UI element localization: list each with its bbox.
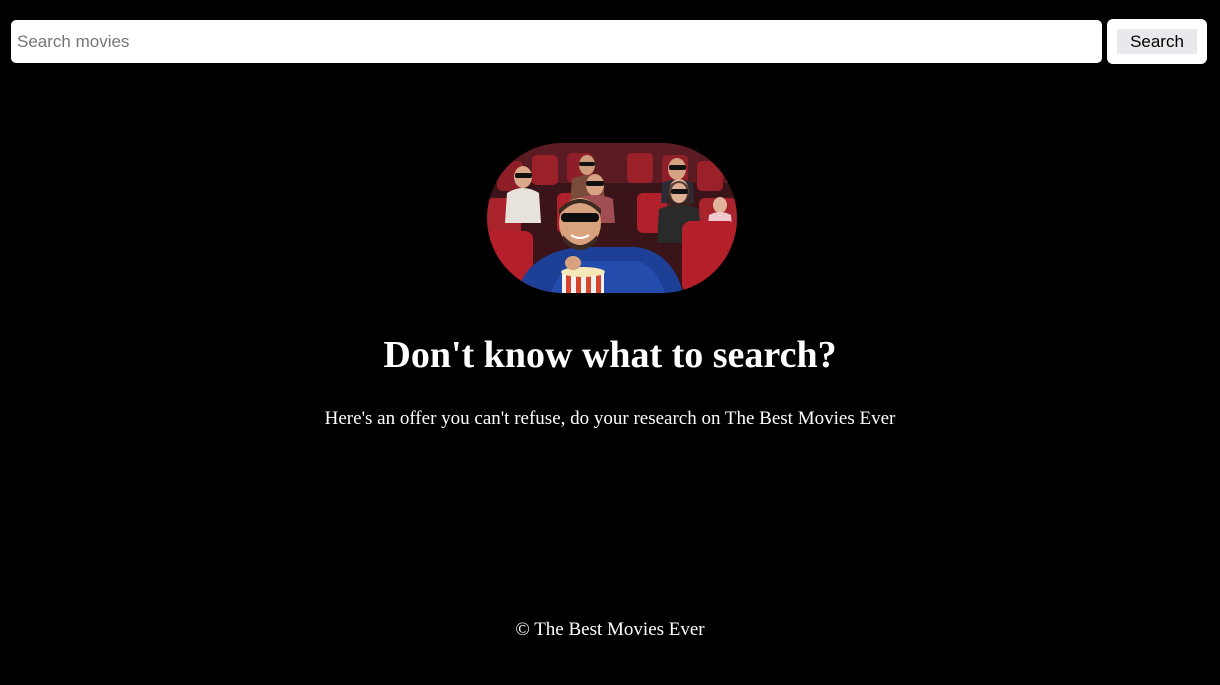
footer-copyright: © The Best Movies Ever [515,619,705,640]
search-button-container: Search [1107,19,1207,64]
search-bar: Search [11,19,1207,64]
search-button[interactable]: Search [1117,29,1197,54]
hero-image [487,143,737,293]
page-headline: Don't know what to search? [383,334,837,376]
tagline: Here's an offer you can't refuse, do you… [324,408,896,429]
search-input[interactable] [11,20,1102,63]
